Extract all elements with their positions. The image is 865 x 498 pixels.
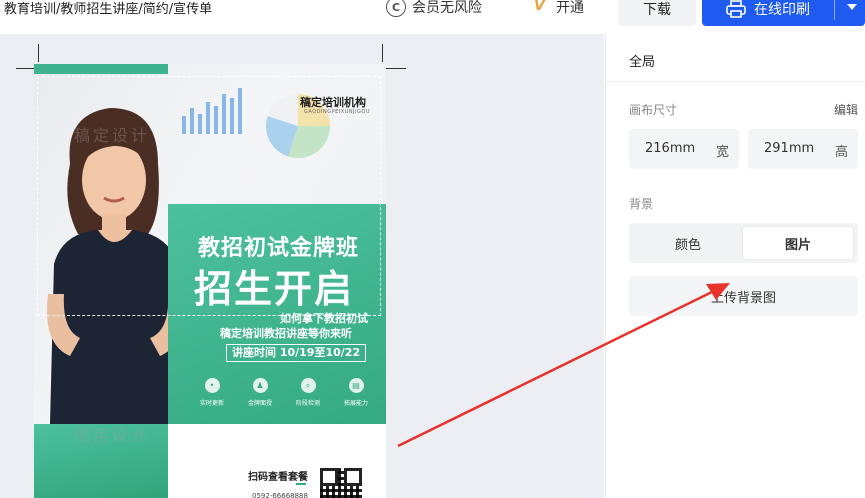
feature-item[interactable]: • 实时更新 [192, 378, 232, 407]
poster-canvas[interactable]: 稿定培训机构 GAODINGPEIXUNJIGOU 教招初试金牌班 招生开启 如… [34, 64, 386, 498]
green-accent-bar [34, 64, 168, 74]
online-print-button[interactable]: 在线印刷 [702, 0, 865, 26]
vip-no-risk[interactable]: C 会员无风险 [386, 0, 482, 17]
open-vip-button[interactable]: V 开通 [534, 0, 584, 17]
feature-list: • 实时更新 ♟ 金牌面授 ⌕ 阶段检测 ▤ 拓展能力 [192, 378, 376, 407]
divider [606, 81, 865, 82]
watermark: 稿定设计 [74, 426, 151, 445]
feature-item[interactable]: ⌕ 阶段检测 [288, 378, 328, 407]
bleed-guide [37, 76, 381, 316]
feature-label: 阶段检测 [295, 400, 320, 407]
height-field[interactable]: 291mm 高 [748, 129, 858, 169]
feature-label: 拓展能力 [343, 400, 368, 407]
height-value: 291mm [764, 141, 815, 156]
lecture-time[interactable]: 讲座时间 10/19至10/22 [226, 344, 367, 362]
download-button[interactable]: 下载 [618, 0, 696, 26]
feature-item[interactable]: ▤ 拓展能力 [336, 378, 376, 407]
search-icon: ⌕ [300, 378, 316, 393]
upload-background-button[interactable]: 上传背景图 [629, 276, 858, 316]
crop-mark [16, 68, 36, 69]
feature-label: 金牌面授 [247, 400, 272, 407]
height-unit: 高 [834, 145, 848, 160]
qr-code[interactable] [320, 468, 362, 498]
printer-icon [726, 0, 746, 18]
canvas-size-label: 画布尺寸 [629, 103, 678, 117]
edit-size-link[interactable]: 编辑 [834, 101, 858, 118]
width-unit: 宽 [715, 145, 729, 160]
breadcrumb[interactable]: 教育培训/教师招生讲座/简约/宣传单 [4, 0, 212, 17]
properties-panel: 全局 画布尺寸 编辑 216mm 宽 291mm 高 背景 颜色 图片 上传背景… [605, 34, 865, 498]
bg-option-image[interactable]: 图片 [743, 227, 853, 259]
crop-mark [386, 68, 406, 69]
width-field[interactable]: 216mm 宽 [629, 129, 739, 169]
panel-title: 全局 [629, 55, 656, 70]
book-icon: ▤ [348, 378, 364, 393]
open-label: 开通 [556, 0, 584, 16]
feature-label: 实时更新 [199, 400, 224, 407]
update-icon: • [204, 378, 220, 393]
background-type-toggle: 颜色 图片 [629, 223, 858, 263]
scan-underline [296, 483, 306, 485]
bg-option-color[interactable]: 颜色 [633, 227, 743, 259]
teacher-icon: ♟ [252, 378, 268, 393]
width-value: 216mm [645, 141, 696, 156]
top-bar: 教育培训/教师招生讲座/简约/宣传单 C 会员无风险 V 开通 下载 在线印刷 [0, 0, 865, 30]
print-label: 在线印刷 [754, 2, 810, 18]
vip-label: 会员无风险 [412, 0, 482, 16]
crop-mark [382, 44, 383, 62]
scan-label[interactable]: 扫码查看套餐 [248, 468, 308, 483]
background-label: 背景 [629, 197, 654, 211]
vip-badge-icon: V [534, 0, 545, 14]
crop-mark [38, 44, 39, 62]
poster-line-2[interactable]: 稿定培训教招讲座等你来听 [220, 325, 352, 341]
chevron-down-icon[interactable] [847, 4, 857, 10]
copyright-c-icon: C [386, 0, 406, 17]
divider [834, 0, 835, 20]
feature-item[interactable]: ♟ 金牌面授 [240, 378, 280, 407]
phone-number[interactable]: 0592-66668888 [252, 492, 308, 498]
